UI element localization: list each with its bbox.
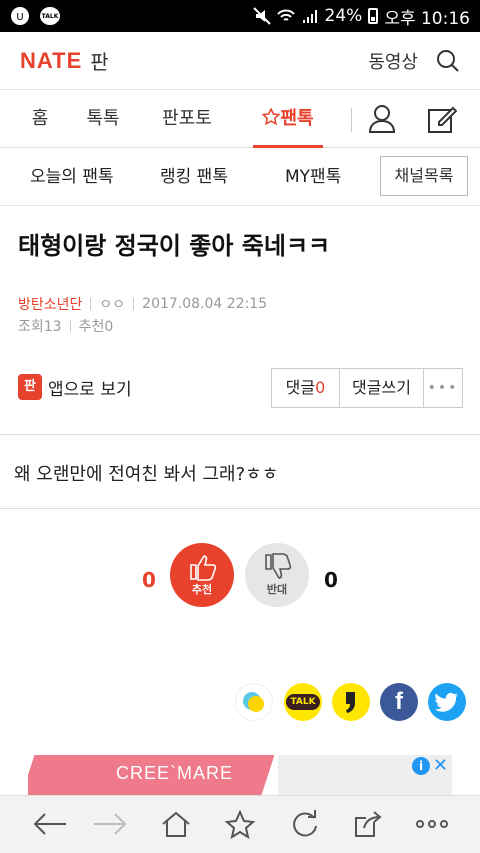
refresh-icon[interactable] (290, 810, 320, 840)
battery-icon (368, 8, 379, 24)
subnav-today-fantalk[interactable]: 오늘의 팬톡 (30, 148, 114, 206)
forward-icon[interactable] (92, 810, 128, 838)
share-button-kakaostory[interactable] (235, 683, 273, 721)
facebook-icon: f (395, 688, 403, 715)
nate-logo[interactable]: NATE (20, 48, 82, 74)
user-icon[interactable] (368, 104, 396, 134)
recommend-label: 추천 (191, 583, 213, 596)
ad-close-icon[interactable]: ✕ (433, 755, 448, 776)
battery-percent: 24% (324, 6, 363, 26)
upvote-count: 0 (142, 568, 156, 592)
meta-separator (69, 320, 71, 332)
wifi-icon (276, 9, 295, 21)
tab-fantalk[interactable]: 팬톡 (253, 90, 323, 148)
ad-banner[interactable]: CREE`MARE i ✕ (28, 755, 452, 795)
share-button-twitter[interactable] (428, 683, 466, 721)
app-notification-icon: U (11, 7, 29, 25)
thumbs-down-icon (265, 553, 292, 579)
comment-actions: 댓글0 댓글쓰기 ••• (271, 368, 463, 408)
share-button-kakaopage[interactable] (332, 683, 370, 721)
clock: 오후 10:16 (384, 8, 470, 29)
video-link[interactable]: 동영상 (368, 48, 418, 74)
tab-home[interactable]: 홈 (28, 90, 52, 148)
oppose-label: 반대 (266, 583, 288, 596)
subnav-my-fantalk[interactable]: MY팬톡 (285, 148, 341, 206)
back-icon[interactable] (32, 810, 68, 838)
recommend-button[interactable]: 추천 (170, 543, 234, 607)
status-bar: U TALK 24% 오후 10:16 (0, 0, 480, 32)
menu-more-icon[interactable] (414, 810, 450, 838)
comments-count: 0 (315, 378, 326, 397)
tab-panphoto[interactable]: 판포토 (160, 90, 214, 148)
bookmark-star-icon[interactable] (224, 810, 256, 840)
mute-icon (252, 7, 271, 25)
share-button-kakaotalk[interactable]: TALK (284, 683, 322, 721)
meta-separator (133, 298, 135, 310)
ad-info-icon[interactable]: i (412, 757, 430, 775)
kakaotalk-icon: TALK (286, 694, 320, 710)
write-icon[interactable] (427, 104, 457, 134)
post-datetime: 2017.08.04 22:15 (142, 296, 268, 312)
svg-text:U: U (16, 12, 23, 23)
thumbs-up-icon (190, 555, 217, 581)
nav-divider (351, 108, 352, 132)
tab-toktok[interactable]: 톡톡 (85, 90, 121, 148)
article-body: 왜 오랜만에 전여친 봐서 그래?ㅎㅎ (14, 464, 279, 485)
quote-icon (346, 692, 355, 713)
kakaotalk-notification-icon: TALK (40, 7, 60, 25)
channel-list-button[interactable]: 채널목록 (380, 156, 468, 196)
ad-text: CREE`MARE (116, 763, 234, 783)
open-in-app-label: 앱으로 보기 (48, 379, 132, 400)
article-stats: 조회13 추천0 (18, 316, 113, 336)
share-icon[interactable] (352, 810, 384, 840)
oppose-button[interactable]: 반대 (245, 543, 309, 607)
main-nav: 홈 톡톡 판포토 팬톡 (0, 90, 480, 148)
more-button[interactable]: ••• (424, 369, 462, 407)
star-icon (261, 107, 281, 126)
twitter-icon (435, 693, 458, 712)
open-in-app-link[interactable]: 판 앱으로 보기 (18, 374, 132, 400)
signal-icon (302, 10, 317, 23)
view-count: 조회13 (18, 319, 62, 335)
share-button-facebook[interactable]: f (380, 683, 418, 721)
article-title: 태형이랑 정국이 좋아 죽네ㅋㅋ (18, 232, 331, 260)
recommend-count: 추천0 (78, 319, 114, 335)
section-divider (0, 508, 480, 509)
section-divider (0, 434, 480, 435)
comments-label: 댓글 (285, 378, 316, 397)
author-name: ㅇㅇ (99, 297, 126, 313)
pann-app-icon: 판 (18, 374, 42, 400)
meta-separator (90, 298, 92, 310)
search-icon[interactable] (436, 49, 460, 73)
kakaostory-icon (243, 692, 264, 712)
author-channel[interactable]: 방탄소년단 (18, 294, 82, 314)
browser-toolbar (0, 795, 480, 853)
comments-button[interactable]: 댓글0 (272, 369, 340, 407)
downvote-count: 0 (324, 568, 338, 592)
home-icon[interactable] (160, 810, 192, 838)
pann-logo[interactable]: 판 (90, 46, 108, 75)
subnav-ranking-fantalk[interactable]: 랭킹 팬톡 (160, 148, 228, 206)
write-comment-button[interactable]: 댓글쓰기 (340, 369, 424, 407)
article-meta: 방탄소년단 ㅇㅇ 2017.08.04 22:15 (18, 294, 267, 314)
site-header: NATE 판 동영상 (0, 32, 480, 90)
tab-fantalk-label: 팬톡 (280, 108, 314, 129)
